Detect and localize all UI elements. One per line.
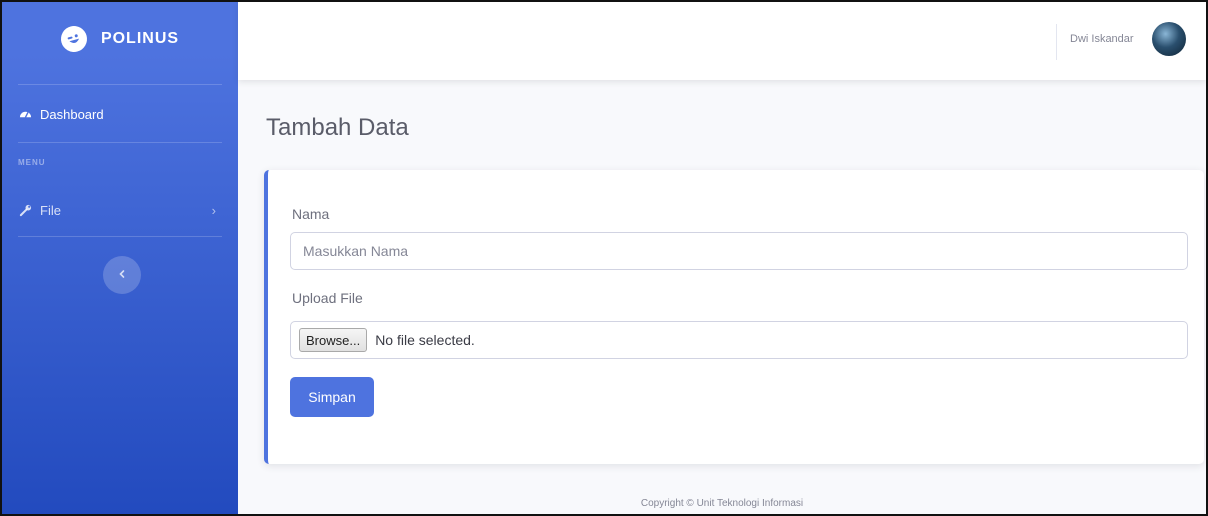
footer-copyright: Copyright © Unit Teknologi Informasi: [640, 498, 804, 509]
name-input-placeholder: Masukkan Nama: [303, 243, 409, 259]
sidebar-item-dashboard[interactable]: Dashboard: [2, 94, 238, 134]
browse-button[interactable]: Browse...: [299, 328, 368, 352]
name-label: Nama: [292, 206, 330, 222]
topbar: Dwi Iskandar: [238, 2, 1206, 80]
upload-label: Upload File: [292, 290, 363, 306]
page-title: Tambah Data: [266, 114, 409, 141]
chevron-right-icon: ›: [211, 203, 216, 218]
sidebar-divider: [18, 142, 222, 143]
topbar-divider: [1056, 24, 1057, 60]
user-name[interactable]: Dwi Iskandar: [1070, 33, 1134, 45]
name-input[interactable]: Masukkan Nama: [290, 232, 1188, 270]
sidebar: POLINUS Dashboard MENU File ›: [2, 2, 238, 514]
sidebar-divider: [18, 236, 222, 237]
sidebar-heading: MENU: [18, 158, 46, 167]
form-card: Nama Masukkan Nama Upload File Browse...…: [264, 170, 1204, 464]
sidebar-item-label: Dashboard: [40, 106, 104, 122]
save-button[interactable]: Simpan: [290, 377, 374, 417]
file-status: No file selected.: [375, 332, 475, 348]
laugh-wink-icon: [58, 23, 90, 55]
brand[interactable]: POLINUS: [2, 2, 238, 76]
wrench-icon: [18, 203, 32, 217]
avatar[interactable]: [1152, 22, 1186, 56]
file-input[interactable]: Browse... No file selected.: [290, 321, 1188, 359]
brand-name: POLINUS: [100, 30, 180, 47]
tachometer-icon: [18, 107, 32, 121]
app-window: POLINUS Dashboard MENU File › Dwi Iskand…: [0, 0, 1208, 516]
chevron-left-icon: [117, 266, 127, 284]
sidebar-divider: [18, 84, 222, 85]
sidebar-item-label: File: [40, 202, 61, 218]
sidebar-toggle-button[interactable]: [103, 256, 141, 294]
sidebar-item-file[interactable]: File ›: [2, 190, 238, 230]
